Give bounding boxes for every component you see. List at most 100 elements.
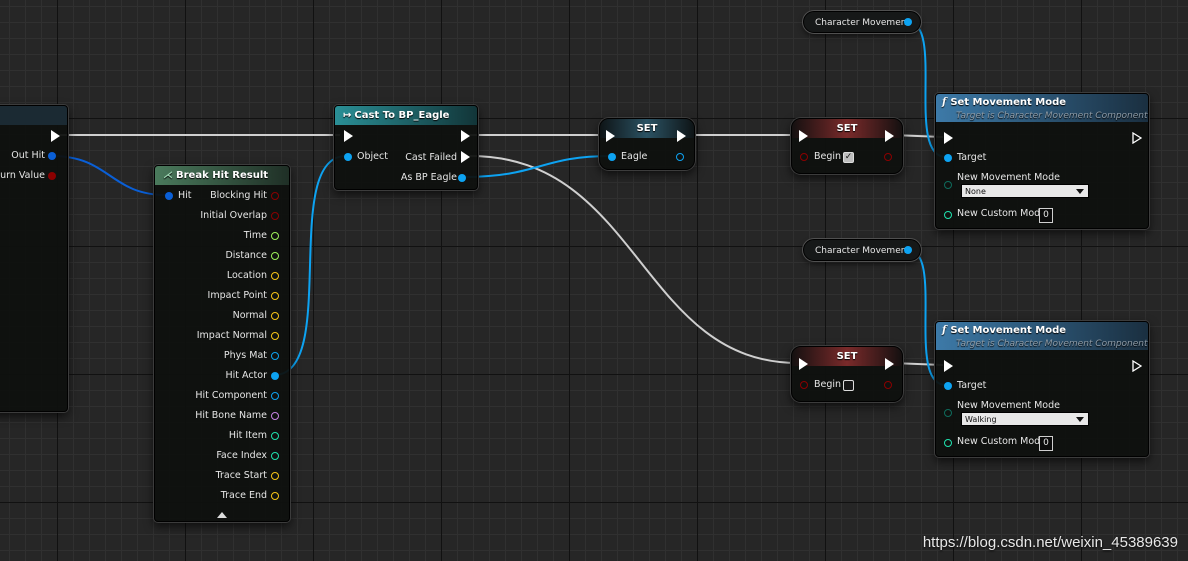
cast-failed-exec-pin[interactable] — [461, 151, 470, 163]
break-hit-output-pin[interactable] — [271, 192, 279, 200]
set-movement-mode-node-1[interactable]: f Set Movement Mode Target is Character M… — [935, 93, 1149, 229]
exec-out-hollow-icon-2 — [1132, 359, 1143, 373]
exec-out-hollow-icon-1 — [1132, 131, 1143, 145]
hit-source-exec-out-pin[interactable] — [51, 130, 60, 142]
move-mode-1-new-mode-pin[interactable] — [944, 181, 952, 189]
break-hit-output-pin[interactable] — [271, 252, 279, 260]
break-hit-output-pin[interactable] — [271, 372, 279, 380]
return-value-pin[interactable] — [48, 172, 56, 180]
break-hit-output-label: Time — [243, 230, 267, 241]
character-movement-label-2: Character Movement — [815, 246, 910, 256]
set-begin-true-exec-in-pin[interactable] — [799, 130, 808, 142]
out-hit-pin[interactable] — [48, 152, 56, 160]
move-mode-2-exec-in-pin[interactable] — [944, 360, 953, 372]
set-begin-false-exec-in-pin[interactable] — [799, 358, 808, 370]
break-hit-output-pin[interactable] — [271, 212, 279, 220]
break-hit-output-label: Blocking Hit — [210, 190, 267, 201]
character-movement-output-pin-2[interactable] — [904, 246, 912, 254]
set-begin-true-exec-out-pin[interactable] — [885, 130, 894, 142]
break-hit-output-pin[interactable] — [271, 232, 279, 240]
break-hit-input-pin[interactable] — [165, 192, 173, 200]
set-movement-mode-subtitle-2: Target is Character Movement Component — [956, 339, 1148, 349]
move-mode-2-new-mode-label: New Movement Mode — [957, 400, 1060, 411]
cast-to-bp-eagle-node[interactable]: ↦ Cast To BP_Eagle Object Cast Failed As … — [334, 105, 478, 190]
move-mode-2-custom-mode-input[interactable]: 0 — [1039, 436, 1053, 451]
collapse-arrow-icon[interactable] — [217, 512, 227, 518]
set-begin-true-input-pin[interactable] — [800, 153, 808, 161]
break-hit-output-pin[interactable] — [271, 312, 279, 320]
character-movement-getter-2[interactable]: Character Movement — [803, 239, 921, 261]
cast-arrow-icon: ↦ — [343, 110, 352, 121]
set-begin-false-exec-out-pin[interactable] — [885, 358, 894, 370]
begin-true-checkbox[interactable]: ✓ — [843, 152, 854, 163]
set-begin-false-output-pin[interactable] — [884, 381, 892, 389]
break-hit-output-label: Face Index — [216, 450, 267, 461]
move-mode-1-custom-mode-pin[interactable] — [944, 211, 952, 219]
move-mode-2-target-pin[interactable] — [944, 382, 952, 390]
character-movement-output-pin-1[interactable] — [904, 18, 912, 26]
set-begin-true-node[interactable]: SET Begin ✓ — [791, 118, 903, 174]
break-hit-output-label: Location — [226, 270, 267, 281]
return-value-label: eturn Value — [0, 170, 45, 181]
break-hit-output-pin[interactable] — [271, 412, 279, 420]
set-begin-true-output-pin[interactable] — [884, 153, 892, 161]
hit-wire — [51, 155, 167, 196]
cast-object-pin[interactable] — [344, 153, 352, 161]
cast-node-header: ↦ Cast To BP_Eagle — [335, 106, 477, 125]
break-hit-output-pin[interactable] — [271, 352, 279, 360]
watermark-text: https://blog.csdn.net/weixin_45389639 — [922, 534, 1178, 551]
begin-false-checkbox[interactable] — [843, 380, 854, 391]
cast-exec-out-pin[interactable] — [461, 130, 470, 142]
move-mode-1-exec-in-pin[interactable] — [944, 132, 953, 144]
set-begin-false-input-pin[interactable] — [800, 381, 808, 389]
set-eagle-exec-in-pin[interactable] — [606, 130, 615, 142]
set-eagle-node[interactable]: SET Eagle — [599, 118, 695, 170]
function-icon-1: f — [942, 97, 947, 108]
break-hit-output-pin[interactable] — [271, 272, 279, 280]
move-mode-1-custom-mode-label: New Custom Mode — [957, 208, 1047, 219]
as-bp-eagle-pin[interactable] — [458, 174, 466, 182]
move-mode-1-target-label: Target — [957, 152, 987, 163]
move-mode-2-mode-dropdown[interactable]: Walking — [961, 412, 1089, 426]
set-eagle-exec-out-pin[interactable] — [677, 130, 686, 142]
break-hit-output-label: Trace Start — [215, 470, 267, 481]
break-hit-output-label: Distance — [225, 250, 267, 261]
move-mode-1-custom-mode-input[interactable]: 0 — [1039, 208, 1053, 223]
move-mode-2-target-label: Target — [957, 380, 987, 391]
move-mode-2-custom-mode-pin[interactable] — [944, 439, 952, 447]
break-hit-output-label: Phys Mat — [223, 350, 267, 361]
break-hit-output-label: Hit Bone Name — [195, 410, 267, 421]
set-begin-false-node[interactable]: SET Begin — [791, 346, 903, 402]
move-mode-1-mode-dropdown[interactable]: None — [961, 184, 1089, 198]
break-hit-output-label: Hit Item — [228, 430, 267, 441]
move-mode-2-new-mode-pin[interactable] — [944, 409, 952, 417]
break-hit-output-label: Impact Normal — [196, 330, 267, 341]
break-hit-result-header: ⋌ Break Hit Result — [155, 166, 289, 185]
break-hit-output-pin[interactable] — [271, 452, 279, 460]
set-eagle-input-pin[interactable] — [608, 153, 616, 161]
cast-failed-label: Cast Failed — [405, 152, 457, 163]
character-movement-getter-1[interactable]: Character Movement — [803, 11, 921, 33]
break-hit-output-pin[interactable] — [271, 292, 279, 300]
move-mode-1-target-pin[interactable] — [944, 154, 952, 162]
set-begin-false-title: SET — [836, 351, 858, 362]
move-mode-2-custom-mode-label: New Custom Mode — [957, 436, 1047, 447]
hit-source-node[interactable]: Out Hit eturn Value — [0, 105, 68, 412]
set-movement-mode-subtitle-1: Target is Character Movement Component — [956, 111, 1148, 121]
set-eagle-label: Eagle — [621, 151, 648, 162]
move-mode-1-exec-out-pin[interactable] — [1132, 131, 1143, 145]
break-hit-output-pin[interactable] — [271, 392, 279, 400]
set-movement-mode-header-1: f Set Movement Mode Target is Character M… — [936, 94, 1148, 122]
set-eagle-output-pin[interactable] — [676, 153, 684, 161]
set-movement-mode-node-2[interactable]: f Set Movement Mode Target is Character M… — [935, 321, 1149, 457]
break-hit-output-pin[interactable] — [271, 432, 279, 440]
move-mode-2-exec-out-pin[interactable] — [1132, 359, 1143, 373]
break-hit-output-pin[interactable] — [271, 492, 279, 500]
cast-exec-in-pin[interactable] — [344, 130, 353, 142]
break-hit-output-label: Hit Component — [195, 390, 267, 401]
break-hit-result-node[interactable]: ⋌ Break Hit Result Hit Blocking Hit Initia… — [154, 165, 290, 522]
break-hit-output-pin[interactable] — [271, 332, 279, 340]
break-hit-output-pin[interactable] — [271, 472, 279, 480]
move-mode-1-mode-value: None — [965, 187, 986, 196]
exec-wire-cast-failed-to-set-begin — [469, 155, 799, 364]
